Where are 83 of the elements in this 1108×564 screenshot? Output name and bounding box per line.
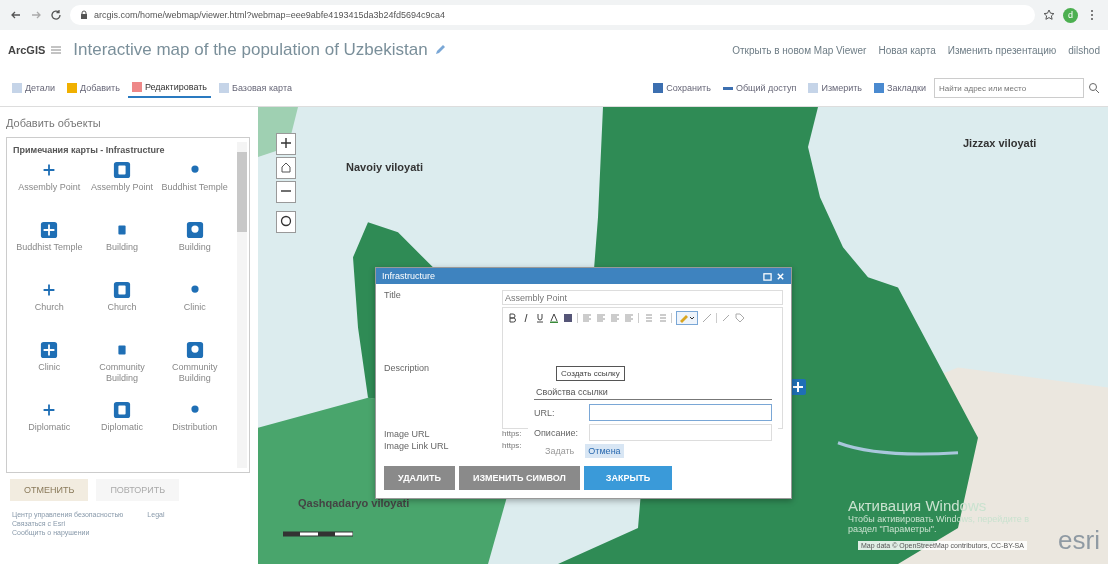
- popup-button[interactable]: УДАЛИТЬ: [384, 466, 455, 490]
- toolbar-tab[interactable]: Редактировать: [127, 78, 212, 98]
- dialog-button[interactable]: Отмена: [585, 444, 624, 458]
- reload-icon[interactable]: [50, 9, 62, 21]
- bold-icon[interactable]: [507, 313, 517, 323]
- toolbar-button[interactable]: Измерить: [804, 79, 867, 97]
- field-value: https:: [502, 429, 522, 440]
- template-item[interactable]: Assembly Point: [13, 161, 86, 219]
- url-field[interactable]: [589, 404, 772, 421]
- forward-icon[interactable]: [30, 9, 42, 21]
- toolbar-button[interactable]: Общий доступ: [718, 79, 801, 97]
- search-icon[interactable]: [1088, 82, 1100, 94]
- toolbar-tab[interactable]: Добавить: [63, 79, 124, 97]
- map-label: Qashqadaryo viloyati: [298, 497, 410, 509]
- zoom-out-button[interactable]: [276, 181, 296, 203]
- template-item[interactable]: Community Building: [158, 341, 231, 399]
- template-item[interactable]: Clinic: [13, 341, 86, 399]
- pencil-icon[interactable]: [433, 44, 446, 56]
- group-title: Примечания карты - Infrastructure: [13, 144, 166, 157]
- popup-title: Infrastructure: [382, 271, 437, 281]
- template-item[interactable]: Diplomatic: [13, 401, 86, 459]
- template-item[interactable]: Diplomatic: [85, 401, 159, 459]
- home-icon: [280, 161, 292, 173]
- underline-icon[interactable]: [535, 313, 545, 323]
- esri-logo: esri: [1058, 525, 1100, 556]
- template-item[interactable]: Building: [85, 221, 159, 279]
- maximize-icon[interactable]: [763, 271, 772, 281]
- address-bar[interactable]: arcgis.com/home/webmap/viewer.html?webmap=eee9abfe4193415da3b24fd5694c9ca4: [70, 5, 1035, 25]
- template-item[interactable]: Buddhist Temple: [13, 221, 86, 279]
- title-field[interactable]: Assembly Point: [502, 290, 783, 305]
- field-value: https:: [502, 441, 522, 452]
- toolbar-button[interactable]: Сохранить: [649, 79, 715, 97]
- scale-bar: [283, 530, 353, 538]
- field-label: Image Link URL: [384, 441, 450, 453]
- app-logo[interactable]: ArcGIS: [8, 44, 46, 56]
- user-avatar[interactable]: d: [1063, 7, 1078, 23]
- header-link[interactable]: Изменить презентацию: [947, 44, 1057, 56]
- map-title: Interactive map of the population of Uzbekistan: [73, 40, 428, 60]
- popup-button[interactable]: ЗАКРЫТЬ: [583, 466, 673, 490]
- template-item[interactable]: Assembly Point: [85, 161, 159, 219]
- menu-icon[interactable]: [51, 46, 62, 54]
- toolbar-tab[interactable]: Базовая карта: [215, 79, 296, 97]
- star-icon[interactable]: [1043, 9, 1055, 21]
- popup-button[interactable]: ИЗМЕНИТЬ СИМВОЛ: [458, 466, 580, 490]
- field-label: Описание:: [534, 427, 579, 438]
- tag-icon[interactable]: [735, 313, 745, 323]
- field-label: Title: [384, 290, 402, 302]
- field-label: Image URL: [384, 429, 431, 441]
- description-field[interactable]: [589, 424, 772, 441]
- template-item[interactable]: Community Building: [85, 341, 159, 399]
- field-label: URL:: [534, 407, 556, 418]
- panel-title: Добавить объекты: [6, 116, 102, 131]
- highlight-icon[interactable]: [563, 313, 573, 323]
- link-button[interactable]: [676, 311, 698, 325]
- template-item[interactable]: Church: [85, 281, 159, 339]
- home-button[interactable]: [276, 157, 296, 179]
- field-label: Description: [384, 363, 431, 373]
- template-item[interactable]: Buddhist Temple: [158, 161, 231, 219]
- tooltip: Создать ссылку: [556, 366, 625, 381]
- close-icon[interactable]: [776, 271, 785, 281]
- header-link[interactable]: Открыть в новом Map Viewer: [732, 44, 867, 56]
- italic-icon[interactable]: [521, 313, 531, 323]
- header-link[interactable]: Новая карта: [878, 44, 936, 56]
- circle-icon: [280, 215, 292, 227]
- dialog-title: Свойства ссылки: [534, 384, 772, 400]
- template-item[interactable]: Distribution: [158, 401, 231, 459]
- font-color-icon[interactable]: [549, 313, 559, 323]
- template-item[interactable]: Church: [13, 281, 86, 339]
- toolbar-tab[interactable]: Детали: [8, 79, 60, 97]
- map-label: Jizzax viloyati: [963, 137, 1037, 149]
- template-item[interactable]: Clinic: [158, 281, 231, 339]
- search-field[interactable]: Найти адрес или место: [934, 78, 1084, 98]
- locate-button[interactable]: [276, 211, 296, 233]
- plus-icon: [280, 137, 292, 149]
- undo-button[interactable]: ОТМЕНИТЬ: [10, 479, 89, 501]
- toolbar-button[interactable]: Закладки: [870, 79, 930, 97]
- map-label: Navoiy viloyati: [346, 161, 424, 173]
- lock-icon: [80, 10, 88, 20]
- zoom-in-button[interactable]: [276, 133, 296, 155]
- scrollbar[interactable]: [237, 142, 247, 468]
- template-item[interactable]: Building: [158, 221, 231, 279]
- back-icon[interactable]: [10, 9, 22, 21]
- user-name[interactable]: dilshod: [1068, 44, 1100, 56]
